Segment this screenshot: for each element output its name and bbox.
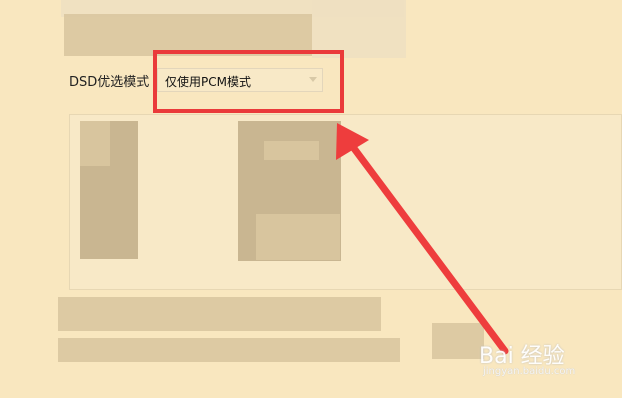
blurred-bottom-small [432,323,484,359]
baidu-jingyan-watermark: Bai 经验 jingyan.baidu.com [479,338,599,384]
blurred-center-bar [264,141,319,160]
highlight-box [153,50,344,113]
blurred-center-base [256,214,340,260]
blurred-bottom-row-2 [58,338,400,362]
settings-panel [69,114,622,290]
blurred-bottom-row [58,297,381,331]
dsd-mode-label: DSD优选模式 [69,75,150,90]
watermark-sub-text: jingyan.baidu.com [483,366,576,377]
blurred-left-glyph-top [80,121,110,166]
